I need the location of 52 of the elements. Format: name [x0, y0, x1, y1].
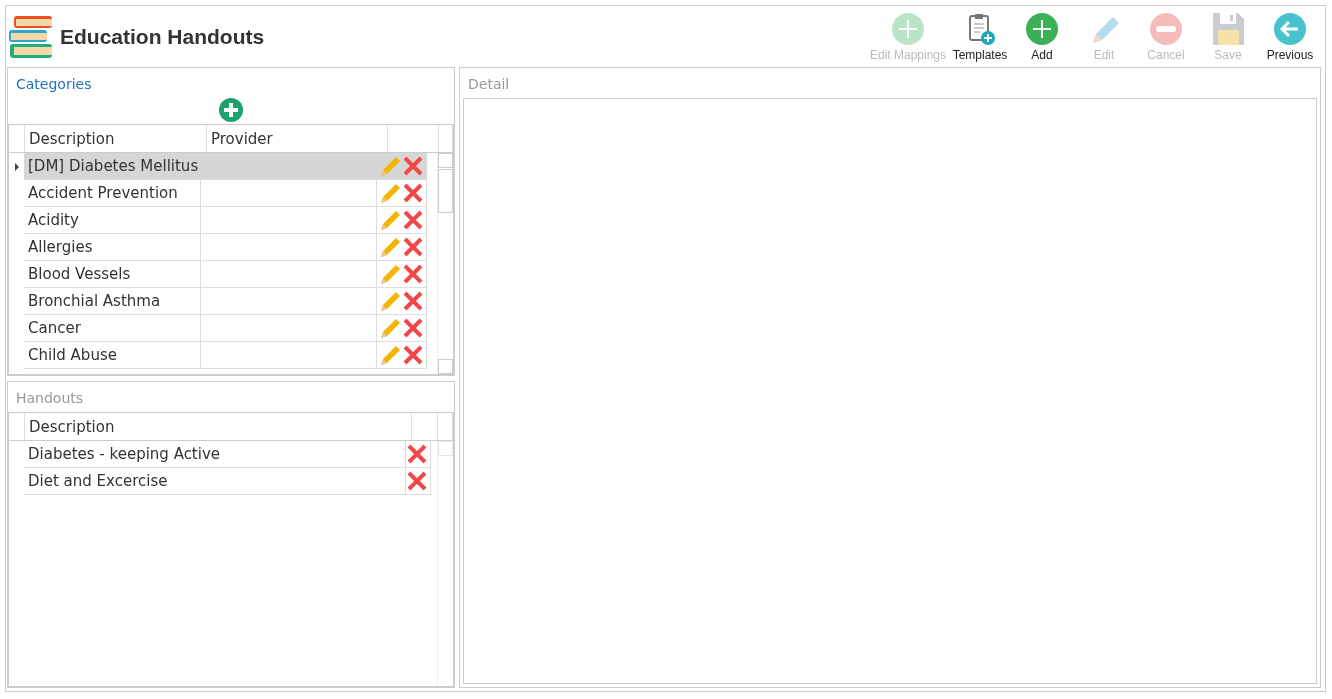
delete-icon[interactable] — [402, 290, 424, 312]
panel-title: Categories — [15, 75, 93, 94]
minus-icon — [1149, 11, 1183, 46]
table-row[interactable]: Blood Vessels — [9, 261, 437, 288]
table-row[interactable]: Cancer — [9, 315, 437, 342]
toolbar-button[interactable]: Templates — [949, 11, 1011, 62]
pencil-icon[interactable] — [379, 290, 401, 312]
pencil-icon[interactable] — [379, 182, 401, 204]
pencil-icon[interactable] — [379, 236, 401, 258]
delete-icon[interactable] — [402, 263, 424, 285]
pencil-icon[interactable] — [379, 209, 401, 231]
delete-icon[interactable] — [402, 182, 424, 204]
table-cell: Acidity — [24, 207, 201, 234]
table-cell: Blood Vessels — [24, 261, 201, 288]
delete-icon[interactable] — [406, 443, 428, 465]
scrollbar[interactable] — [437, 153, 453, 374]
column-header[interactable]: Provider — [207, 125, 388, 152]
plus-icon — [890, 11, 925, 46]
pencil-icon[interactable] — [379, 317, 401, 339]
table-row[interactable]: Bronchial Asthma — [9, 288, 437, 315]
save-icon — [1211, 11, 1245, 46]
delete-icon[interactable] — [402, 209, 424, 231]
table-cell: [DM] Diabetes Mellitus — [24, 153, 201, 180]
table-cell: Diet and Excercise — [24, 468, 406, 495]
panel-title: Detail — [467, 75, 511, 94]
pencil-icon[interactable] — [379, 344, 401, 366]
delete-icon[interactable] — [402, 344, 424, 366]
toolbar-button[interactable]: Previous — [1259, 11, 1321, 62]
delete-icon[interactable] — [402, 236, 424, 258]
table-row[interactable]: Acidity — [9, 207, 437, 234]
delete-icon[interactable] — [402, 155, 424, 177]
page-title: Education Handouts — [60, 24, 265, 49]
panel-title: Handouts — [15, 389, 85, 408]
table-cell: Child Abuse — [24, 342, 201, 369]
table-cell: Cancer — [24, 315, 201, 342]
add-icon[interactable] — [219, 98, 243, 122]
plus-icon — [1025, 11, 1059, 46]
table-row[interactable]: Accident Prevention — [9, 180, 437, 207]
table-cell: Allergies — [24, 234, 201, 261]
table-cell: Accident Prevention — [24, 180, 201, 207]
books-icon — [8, 13, 54, 60]
delete-icon[interactable] — [406, 470, 428, 492]
column-header[interactable]: Description — [25, 413, 412, 440]
table-cell: Diabetes - keeping Active — [24, 441, 406, 468]
pencil-icon[interactable] — [379, 263, 401, 285]
toolbar-button[interactable]: Add — [1011, 11, 1073, 62]
delete-icon[interactable] — [402, 317, 424, 339]
table-row[interactable]: Child Abuse — [9, 342, 437, 369]
table-row[interactable]: Allergies — [9, 234, 437, 261]
table-row[interactable]: [DM] Diabetes Mellitus — [9, 153, 437, 180]
column-header[interactable]: Description — [25, 125, 207, 152]
table-cell: Bronchial Asthma — [24, 288, 201, 315]
